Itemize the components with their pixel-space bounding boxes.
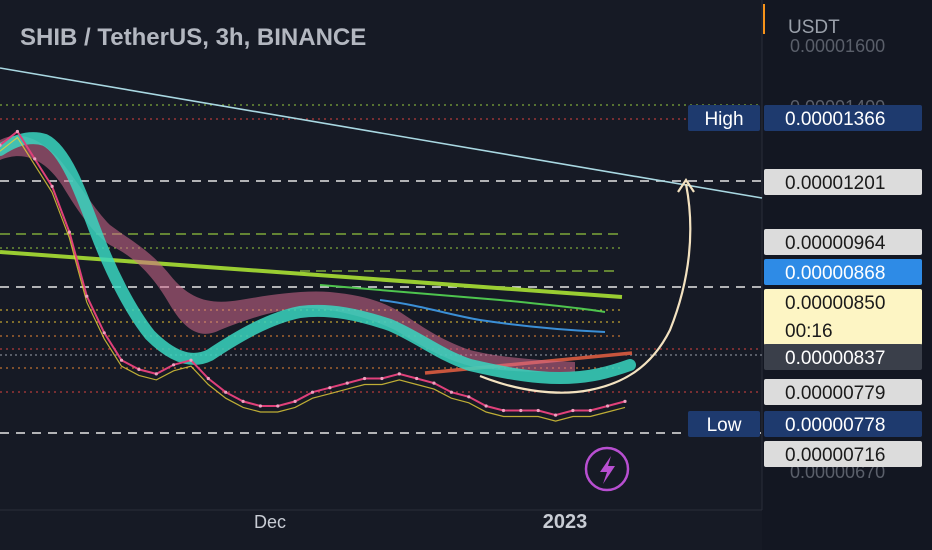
price-point — [258, 404, 262, 408]
price-point — [50, 184, 54, 188]
price-point — [310, 390, 315, 394]
price-point — [206, 376, 210, 381]
price-point — [536, 408, 540, 413]
price-point — [397, 372, 401, 376]
price-point — [588, 408, 592, 413]
price-level-value: 0.00000837 — [785, 348, 885, 369]
faded-axis-tick: 0.00001600 — [790, 36, 885, 56]
price-point — [623, 399, 627, 403]
price-point — [554, 413, 558, 417]
price-point — [363, 376, 367, 381]
price-level-value: 0.00000716 — [785, 445, 885, 466]
price-level-value: 0.00000779 — [785, 383, 885, 404]
price-point — [241, 399, 245, 403]
price-point — [449, 390, 453, 394]
chart-container[interactable]: SHIB / TetherUS, 3h, BINANCE USDT 0.0000… — [0, 0, 932, 550]
price-level-value: 0.00000778 — [785, 415, 885, 436]
price-point — [137, 367, 141, 371]
symbol-title: SHIB / TetherUS, 3h, BINANCE — [20, 24, 366, 51]
price-level-name: High — [704, 109, 743, 130]
price-level-name: Low — [707, 415, 742, 436]
price-point — [172, 363, 176, 367]
price-point — [501, 408, 506, 413]
price-point — [15, 129, 19, 134]
x-tick-label: 2023 — [543, 511, 588, 533]
price-point — [293, 399, 297, 403]
price-point — [85, 294, 89, 298]
price-level-value: 0.00000850 — [785, 293, 885, 314]
currency-label: USDT — [788, 17, 840, 38]
price-point — [67, 230, 71, 234]
price-point — [519, 408, 523, 413]
price-point — [276, 404, 280, 408]
price-point — [606, 404, 610, 408]
price-point — [189, 358, 193, 362]
price-point — [345, 381, 349, 385]
time-axis-panel[interactable] — [0, 510, 762, 550]
price-level-value: 0.00001366 — [785, 109, 885, 130]
price-point — [380, 376, 384, 381]
price-point — [467, 395, 471, 399]
price-level-value: 0.00001201 — [785, 173, 885, 194]
x-tick-label: Dec — [254, 512, 286, 532]
price-point — [102, 331, 106, 335]
price-point — [328, 386, 332, 390]
price-point — [224, 390, 228, 394]
price-point — [432, 381, 436, 385]
price-point — [415, 376, 419, 381]
price-level-value: 0.00000964 — [785, 233, 886, 254]
price-chart-svg[interactable]: SHIB / TetherUS, 3h, BINANCE USDT 0.0000… — [0, 0, 932, 550]
price-point — [33, 157, 37, 161]
price-point — [119, 358, 124, 362]
bar-countdown: 00:16 — [785, 321, 833, 342]
price-point — [484, 404, 488, 408]
price-point — [571, 408, 575, 413]
price-level-value: 0.00000868 — [785, 263, 885, 284]
price-point — [154, 372, 158, 376]
